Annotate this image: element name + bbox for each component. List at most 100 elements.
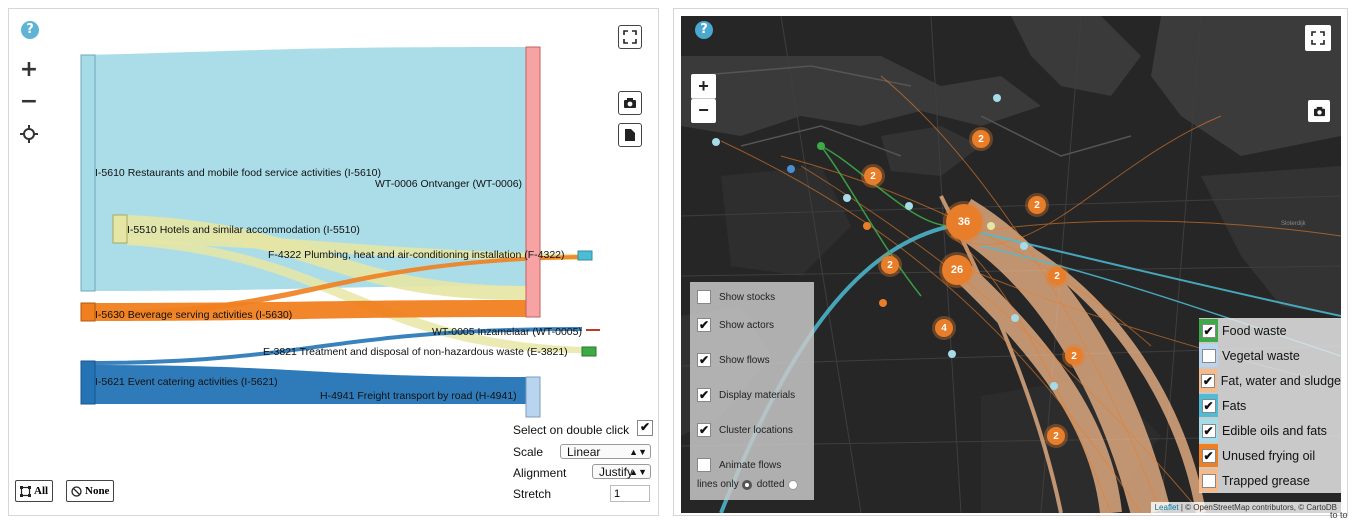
show-flows-checkbox[interactable]: ✔ [697,353,711,367]
show-actors-option[interactable]: ✔ Show actors [697,318,774,332]
show-flows-label: Show flows [719,354,770,366]
display-materials-label: Display materials [719,389,796,401]
node-ontvanger [525,46,541,318]
legend-label: Food waste [1222,323,1287,338]
node-label-plumbing: F-4322 Plumbing, heat and air-conditioni… [268,249,565,261]
node-label-catering: I-5621 Event catering activities (I-5621… [95,376,278,388]
cluster-locations-checkbox[interactable]: ✔ [697,423,711,437]
legend-swatch [1199,344,1218,367]
legend-swatch: ✔ [1199,319,1218,342]
legend-checkbox[interactable] [1201,348,1216,363]
alignment-select[interactable]: Justify ▲▼ [592,464,651,479]
alignment-label: Alignment [513,466,567,480]
cluster-marker[interactable]: 26 [942,255,972,285]
attribution-text: | © OpenStreetMap contributors, © CartoD… [1178,503,1337,512]
sankey-diagram [80,46,600,418]
legend-item[interactable]: ✔ Unused frying oil [1199,443,1341,468]
scale-label: Scale [513,445,544,459]
legend-checkbox[interactable] [1201,473,1216,488]
select-none-button[interactable]: None [66,480,115,502]
lines-only-radio[interactable] [741,479,752,490]
node-beverage [80,302,96,322]
legend-item[interactable]: Vegetal waste [1199,343,1341,368]
cluster-marker[interactable]: 2 [1047,427,1065,445]
map-attribution: Leaflet | © OpenStreetMap contributors, … [1150,502,1341,513]
zoom-in-button[interactable]: + [691,74,716,99]
animate-flows-option[interactable]: Animate flows [697,458,781,472]
node-label-restaurants: I-5610 Restaurants and mobile food servi… [95,167,381,179]
show-flows-option[interactable]: ✔ Show flows [697,353,770,367]
legend-checkbox[interactable]: ✔ [1201,423,1216,438]
show-actors-label: Show actors [719,319,775,331]
zoom-out-button[interactable]: − [691,99,716,123]
legend-item[interactable]: ✔ Edible oils and fats [1199,418,1341,443]
show-stocks-checkbox[interactable] [697,290,711,304]
legend-swatch: ✔ [1199,444,1218,467]
node-label-beverage: I-5630 Beverage serving activities (I-56… [95,309,293,321]
show-stocks-option[interactable]: Show stocks [697,290,775,304]
node-inzamelaar [586,329,600,331]
cluster-marker[interactable]: 4 [935,319,953,337]
node-disposal [581,346,597,357]
cluster-marker[interactable]: 2 [972,130,990,148]
select-on-double-click-label: Select on double click [513,423,630,437]
legend-item[interactable]: ✔ Fats [1199,393,1341,418]
legend-label: Vegetal waste [1222,348,1300,363]
legend-label: Unused frying oil [1222,448,1316,463]
cluster-marker[interactable]: 2 [864,167,882,185]
cluster-marker[interactable]: 36 [946,204,982,240]
alignment-value: Justify [599,465,634,479]
node-catering [80,360,96,405]
cluster-locations-option[interactable]: ✔ Cluster locations [697,423,793,437]
legend-item[interactable]: Trapped grease [1199,468,1341,493]
legend-swatch [1199,469,1218,492]
display-materials-checkbox[interactable]: ✔ [697,388,711,402]
scale-select[interactable]: Linear ▲▼ [560,444,651,459]
legend-checkbox[interactable]: ✔ [1201,448,1216,463]
node-hotels [112,214,128,244]
help-icon[interactable]: ? [695,21,713,39]
legend-item[interactable]: ✔ Fat, water and sludge [1199,368,1341,393]
show-actors-checkbox[interactable]: ✔ [697,318,711,332]
node-plumbing [577,250,593,261]
legend-swatch: ✔ [1199,369,1217,392]
cluster-marker[interactable]: 2 [881,256,899,274]
fullscreen-icon [1311,31,1325,45]
legend-checkbox[interactable]: ✔ [1200,373,1215,388]
show-stocks-label: Show stocks [719,291,776,303]
cluster-marker[interactable]: 2 [1065,347,1083,365]
node-label-inzamelaar: WT-0005 Inzamelaar (WT-0005) [432,326,582,338]
select-arrows-icon: ▲▼ [629,447,647,457]
layer-control-panel: Show stocks ✔ Show actors ✔ Show flows ✔ Di… [690,282,814,500]
fullscreen-button[interactable] [1305,25,1331,51]
node-restaurants [80,54,96,292]
legend-checkbox[interactable]: ✔ [1201,398,1216,413]
legend-label: Edible oils and fats [1222,423,1327,438]
leaflet-link[interactable]: Leaflet [1155,503,1179,512]
stretch-input[interactable]: 1 [610,485,650,502]
select-all-icon [20,485,31,497]
sankey-panel: ? + − I-5610 Restaurants and mobile food… [8,8,659,516]
material-legend: ✔ Food waste Vegetal waste ✔ Fat, water an… [1199,318,1341,493]
dotted-label: dotted [756,479,785,490]
cluster-marker[interactable]: 2 [1048,267,1066,285]
legend-label: Fat, water and sludge [1220,373,1341,388]
screenshot-button[interactable] [1308,100,1330,122]
dotted-radio[interactable] [787,479,798,490]
legend-checkbox[interactable]: ✔ [1201,323,1216,338]
node-label-ontvanger: WT-0006 Ontvanger (WT-0006) [375,178,523,190]
display-materials-option[interactable]: ✔ Display materials [697,388,795,402]
animate-flows-checkbox[interactable] [697,458,711,472]
cluster-marker[interactable]: 2 [1028,196,1046,214]
select-on-double-click-checkbox[interactable]: ✔ [637,420,653,436]
lines-only-label: lines only [697,479,739,490]
node-label-hotels: I-5510 Hotels and similar accommodation … [127,224,360,236]
legend-label: Fats [1222,398,1247,413]
animate-flows-label: Animate flows [719,459,782,471]
select-arrows-icon: ▲▼ [629,467,647,477]
select-all-button[interactable]: All [15,480,54,502]
page-footer-text: to to [1330,510,1348,520]
map-canvas[interactable]: Sloterdijk ? + − 2 2 2 36 2 26 2 4 2 2 S… [681,16,1341,513]
legend-item[interactable]: ✔ Food waste [1199,318,1341,343]
scale-value: Linear [567,445,601,459]
